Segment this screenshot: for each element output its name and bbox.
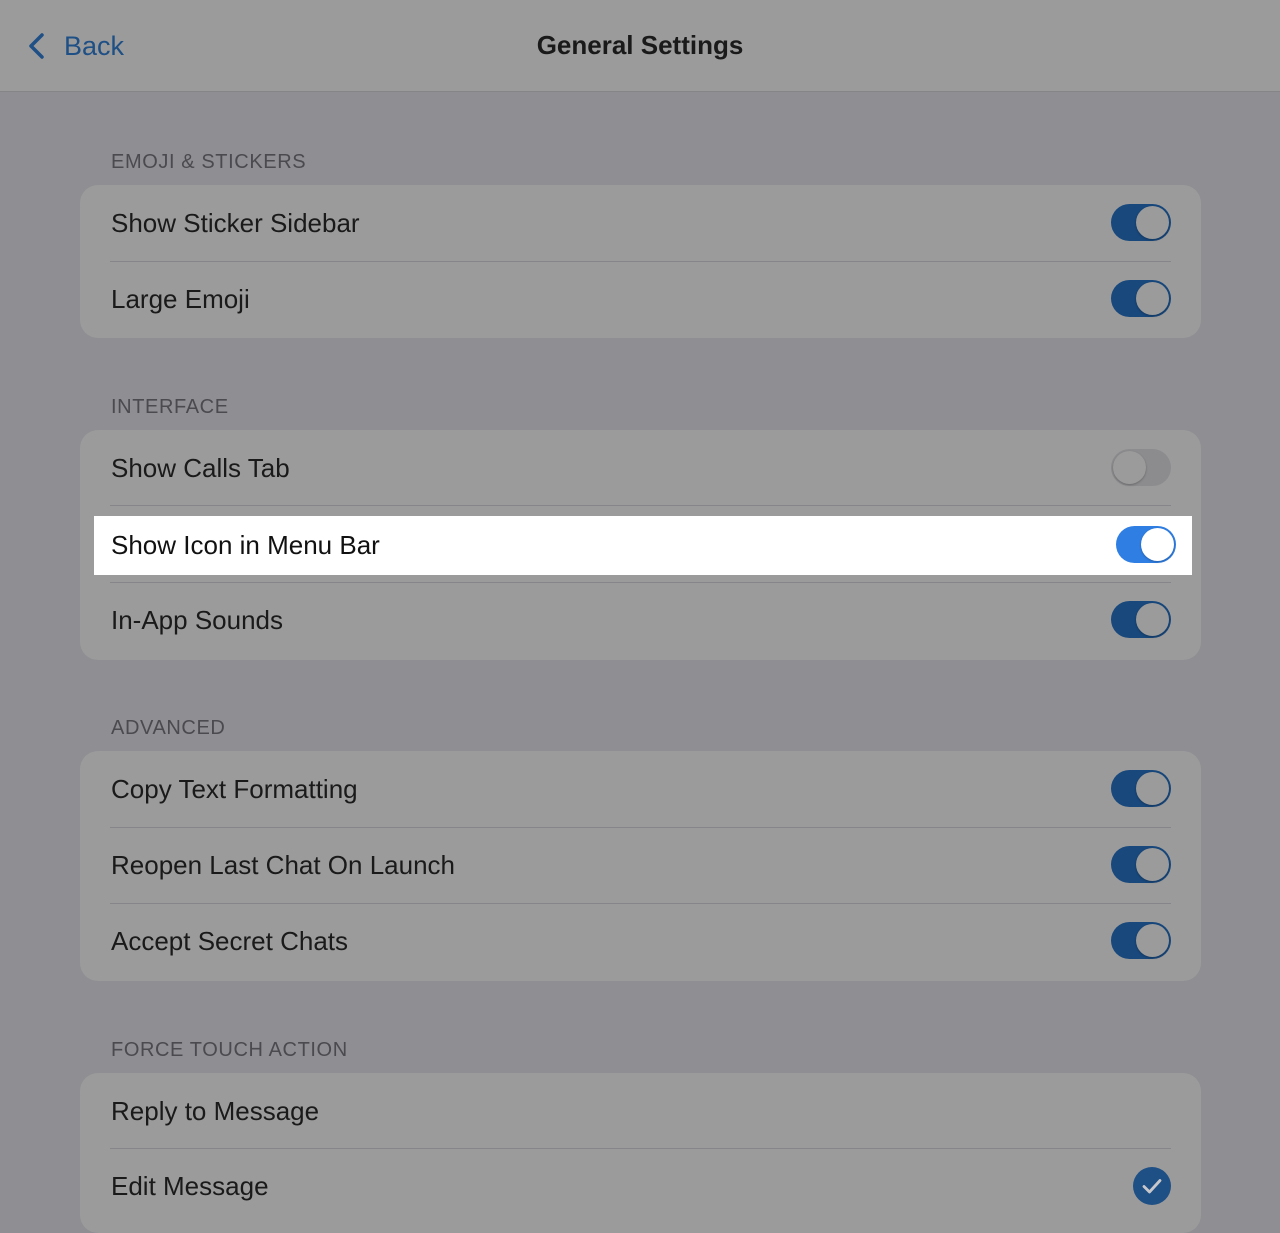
toggle-knob [1113,451,1146,484]
setting-label: In-App Sounds [111,605,284,635]
option-label: Edit Message [111,1171,269,1201]
toggle-knob [1136,924,1169,957]
setting-row-in-app-sounds[interactable]: In-App Sounds [80,582,1201,659]
setting-label: Large Emoji [111,284,250,314]
option-row-reply-to-message[interactable]: Reply to Message [80,1073,1201,1150]
toggle-knob [1136,603,1169,636]
toggle-knob [1136,206,1169,239]
section-header-force-touch-action: FORCE TOUCH ACTION [111,1039,348,1061]
toggle-knob [1136,772,1169,805]
show-sticker-sidebar-toggle[interactable] [1111,204,1171,241]
selected-checkmark-icon [1133,1167,1171,1205]
in-app-sounds-toggle[interactable] [1111,601,1171,638]
show-calls-tab-toggle[interactable] [1111,449,1171,486]
section-header-emoji-stickers: EMOJI & STICKERS [111,151,307,173]
setting-label: Show Calls Tab [111,453,290,483]
option-row-edit-message[interactable]: Edit Message [80,1148,1201,1225]
option-label: Reply to Message [111,1096,320,1126]
page-title: General Settings [536,30,744,60]
setting-row-reopen-last-chat[interactable]: Reopen Last Chat On Launch [80,827,1201,904]
toggle-knob [1141,528,1174,561]
section-header-advanced: ADVANCED [111,717,226,739]
setting-row-accept-secret-chats[interactable]: Accept Secret Chats [80,903,1201,980]
setting-row-show-calls-tab[interactable]: Show Calls Tab [80,430,1201,507]
settings-group-advanced: Copy Text Formatting Reopen Last Chat On… [80,751,1201,981]
copy-text-formatting-toggle[interactable] [1111,770,1171,807]
setting-row-show-icon-in-menu-bar[interactable]: Show Icon in Menu Bar [94,516,1192,575]
setting-label: Copy Text Formatting [111,774,358,804]
setting-row-large-emoji[interactable]: Large Emoji [80,261,1201,338]
navigation-bar: Back General Settings [0,0,1280,92]
settings-group-emoji-stickers: Show Sticker Sidebar Large Emoji [80,185,1201,338]
large-emoji-toggle[interactable] [1111,280,1171,317]
section-header-interface: INTERFACE [111,396,229,418]
setting-label: Accept Secret Chats [111,926,348,956]
reopen-last-chat-toggle[interactable] [1111,846,1171,883]
setting-label: Reopen Last Chat On Launch [111,850,456,880]
setting-row-copy-text-formatting[interactable]: Copy Text Formatting [80,751,1201,828]
setting-label: Show Icon in Menu Bar [111,530,380,560]
setting-row-show-sticker-sidebar[interactable]: Show Sticker Sidebar [80,185,1201,262]
settings-group-force-touch-action: Reply to Message Edit Message [80,1073,1201,1233]
accept-secret-chats-toggle[interactable] [1111,922,1171,959]
row-divider [110,505,1171,506]
toggle-knob [1136,282,1169,315]
toggle-knob [1136,848,1169,881]
setting-label: Show Sticker Sidebar [111,208,360,238]
show-icon-in-menu-bar-toggle[interactable] [1116,526,1176,563]
